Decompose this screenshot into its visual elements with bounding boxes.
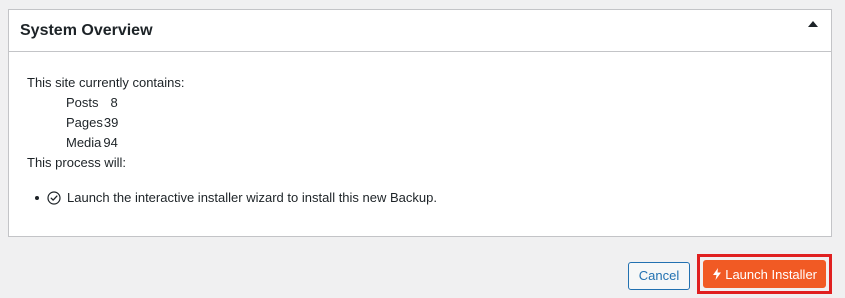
caret-up-icon[interactable]	[806, 17, 820, 31]
action-bar: Cancel Launch Installer	[627, 254, 832, 294]
launch-installer-button[interactable]: Launch Installer	[703, 260, 826, 288]
stat-row-pages: Pages 39	[66, 113, 831, 133]
intro-text: This site currently contains:	[27, 75, 185, 90]
launch-button-label: Launch Installer	[725, 266, 817, 282]
stat-value: 39	[103, 115, 119, 130]
check-circle-icon	[47, 191, 61, 205]
list-item: Launch the interactive installer wizard …	[27, 188, 831, 208]
panel-body: This site currently contains: Posts 8 Pa…	[9, 52, 831, 208]
stat-label: Media	[66, 135, 102, 150]
stat-row-posts: Posts 8	[66, 93, 831, 113]
step-text: Launch the interactive installer wizard …	[67, 190, 437, 205]
stat-label: Pages	[66, 115, 103, 130]
process-label: This process will:	[27, 155, 126, 170]
bolt-icon	[712, 268, 722, 280]
system-overview-panel: System Overview This site currently cont…	[8, 9, 832, 237]
bullet-icon	[35, 196, 39, 200]
panel-header: System Overview	[9, 10, 831, 52]
stat-value: 94	[103, 135, 118, 150]
cancel-button[interactable]: Cancel	[627, 261, 691, 290]
stat-value: 8	[110, 95, 118, 110]
highlight-box: Launch Installer	[697, 254, 832, 294]
site-stats: Posts 8 Pages 39 Media 94	[27, 93, 831, 153]
process-steps: Launch the interactive installer wizard …	[27, 188, 831, 208]
stat-label: Posts	[66, 95, 99, 110]
panel-title: System Overview	[20, 21, 153, 39]
stat-row-media: Media 94	[66, 133, 831, 153]
